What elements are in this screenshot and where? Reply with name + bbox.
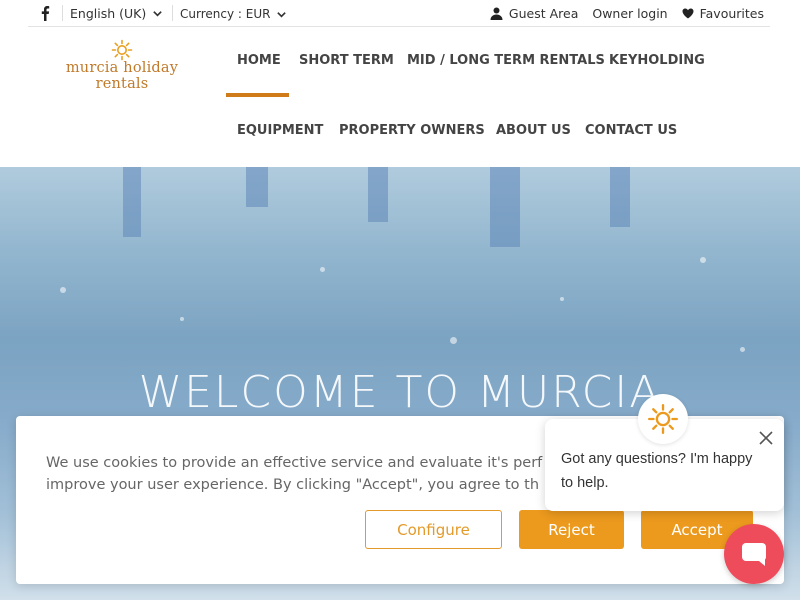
bubble: [450, 337, 457, 344]
chat-bubble-icon: [742, 543, 766, 566]
currency-label: Currency : EUR: [180, 7, 271, 21]
site-logo[interactable]: murcia holiday rentals: [42, 39, 202, 92]
user-icon: [490, 7, 503, 20]
currency-selector[interactable]: Currency : EUR: [180, 7, 287, 21]
sun-icon: [648, 404, 678, 434]
guest-area-label: Guest Area: [508, 6, 579, 21]
chat-avatar: [638, 394, 688, 444]
nav-property-owners[interactable]: PROPERTY OWNERS: [339, 123, 485, 138]
nav-about-us[interactable]: ABOUT US: [496, 123, 571, 138]
owner-login-link[interactable]: Owner login: [592, 6, 667, 21]
bubble: [560, 297, 564, 301]
nav-home[interactable]: HOME: [237, 53, 281, 68]
chat-launcher-button[interactable]: [724, 524, 784, 584]
divider: [62, 5, 63, 21]
bubble: [700, 257, 706, 263]
nav-equipment[interactable]: EQUIPMENT: [237, 123, 323, 138]
chevron-down-icon: [277, 11, 287, 18]
account-links: Guest Area Owner login Favourites: [490, 6, 764, 21]
nav-active-indicator: [226, 93, 289, 97]
bubble: [180, 317, 184, 321]
language-label: English (UK): [70, 6, 147, 21]
favourites-label: Favourites: [699, 6, 764, 21]
header: murcia holiday rentals HOME SHORT TERM M…: [0, 27, 800, 167]
nav-keyholding[interactable]: KEYHOLDING: [609, 53, 705, 68]
top-bar: English (UK) Currency : EUR Guest Area O…: [28, 0, 770, 27]
bubble: [60, 287, 66, 293]
configure-button[interactable]: Configure: [365, 510, 502, 549]
close-icon[interactable]: [756, 428, 776, 448]
chat-message: Got any questions? I'm happy to help.: [561, 451, 753, 491]
divider: [172, 5, 173, 21]
owner-login-label: Owner login: [592, 6, 668, 21]
heart-icon: [682, 8, 694, 19]
chevron-down-icon: [153, 11, 162, 17]
sun-icon: [111, 39, 133, 61]
nav-mid-long-term-rentals[interactable]: MID / LONG TERM RENTALS: [407, 53, 605, 68]
facebook-icon[interactable]: [38, 5, 52, 21]
nav-short-term[interactable]: SHORT TERM: [299, 53, 394, 68]
language-selector[interactable]: English (UK): [70, 6, 163, 21]
logo-text: murcia holiday rentals: [65, 60, 179, 92]
favourites-link[interactable]: Favourites: [682, 6, 764, 21]
bubble: [320, 267, 325, 272]
bubble: [740, 347, 745, 352]
reject-button[interactable]: Reject: [519, 510, 624, 549]
guest-area-link[interactable]: Guest Area: [490, 6, 578, 21]
nav-contact-us[interactable]: CONTACT US: [585, 123, 677, 138]
